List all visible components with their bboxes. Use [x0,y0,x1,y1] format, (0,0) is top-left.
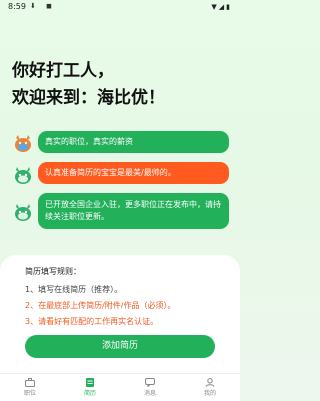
page-headline: 你好打工人， 欢迎来到：海比优！ [12,58,165,112]
message-icon [145,378,155,387]
tab-label: 简历 [83,390,96,397]
status-time: 8:59 [8,2,26,11]
tab-label: 职位 [23,390,36,397]
user-icon [205,378,215,387]
message-bubble-resume-tip: 认真准备简历的宝宝是最美/最帅的。 [38,162,229,184]
tab-label: 消息 [143,390,156,397]
resume-icon [86,378,94,387]
bottom-tab-bar: 职位 简历 消息 我的 [0,373,240,401]
rule-item: 3、请看好有匹配的工作再实名认证。 [25,317,159,326]
message-bubble-enterprise: 已开放全国企业入驻，更多职位正在发布中，请持续关注职位更新。 [38,193,229,229]
rule-item: 1、填写在线简历（推荐）。 [25,285,123,294]
card-title: 简历填写规则： [25,267,81,276]
tab-label: 我的 [203,390,216,397]
message-bubble-salary: 真实的职位，真实的薪资 [38,131,229,153]
green-mascot-avatar-icon [15,167,31,184]
tab-jobs[interactable]: 职位 [0,374,60,401]
status-bar: 8:59 ⬇ ◼ ▼◢▮ [0,0,240,16]
green-mascot-avatar-icon [15,204,31,221]
headline-line1: 你好打工人， [12,61,114,81]
briefcase-icon [25,378,35,387]
dragon-mascot-avatar-icon [15,135,31,152]
rule-item: 2、在最底部上传简历/附件/作品（必须）。 [25,301,176,310]
add-resume-button[interactable]: 添加简历 [25,335,215,358]
tab-resume[interactable]: 简历 [60,374,120,401]
tab-mine[interactable]: 我的 [180,374,240,401]
status-system-icons: ▼◢▮ [211,3,232,11]
headline-line2: 欢迎来到：海比优！ [12,88,165,108]
tab-messages[interactable]: 消息 [120,374,180,401]
status-notification-icons: ⬇ ◼ [30,2,56,10]
